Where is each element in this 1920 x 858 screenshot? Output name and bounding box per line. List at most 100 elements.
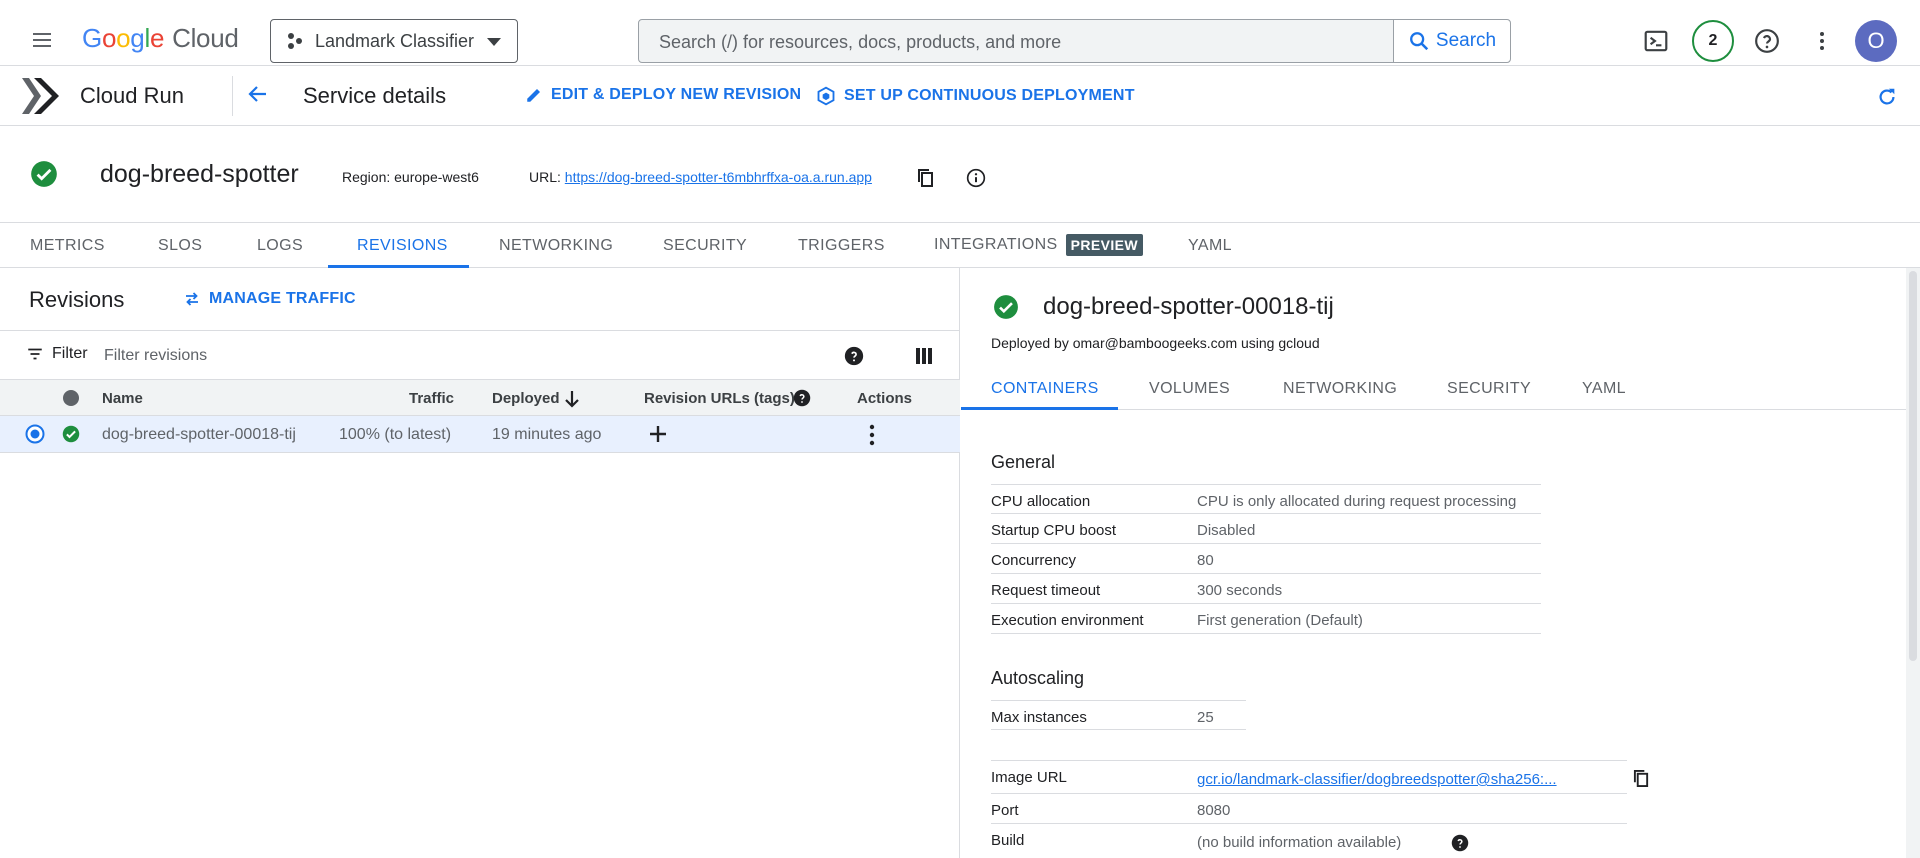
project-selector[interactable]: Landmark Classifier	[270, 19, 518, 63]
kv-key: Build	[991, 832, 1025, 849]
general-section-title: General	[991, 452, 1056, 472]
help-circle-icon[interactable]	[842, 344, 866, 368]
kv-value: CPU is only allocated during request pro…	[1197, 493, 1517, 510]
row-actions-more-icon[interactable]	[862, 423, 882, 447]
help-icon[interactable]	[1749, 23, 1785, 59]
column-display-icon[interactable]	[912, 344, 936, 368]
top-bar: Google Cloud Landmark Classifier Search (…	[0, 6, 1920, 66]
copy-icon[interactable]	[1633, 769, 1650, 788]
filter-input[interactable]: Filter revisions	[104, 347, 207, 365]
kv-value: 300 seconds	[1197, 582, 1283, 599]
service-bar: Cloud Run Service details EDIT & DEPLOY …	[0, 66, 1920, 126]
kv-row: Concurrency 80	[991, 544, 1541, 574]
kv-key: Image URL	[991, 769, 1067, 786]
search-input[interactable]: Search (/) for resources, docs, products…	[659, 32, 1061, 53]
subtab-security[interactable]: SECURITY	[1447, 380, 1531, 398]
edit-deploy-button[interactable]: EDIT & DEPLOY NEW REVISION	[525, 86, 801, 104]
subtab-networking[interactable]: NETWORKING	[1283, 380, 1397, 398]
google-cloud-logo[interactable]: Google Cloud	[82, 23, 239, 54]
refresh-icon[interactable]	[1872, 82, 1902, 112]
kv-key: Request timeout	[991, 582, 1101, 599]
help-circle-icon[interactable]	[793, 389, 811, 407]
filter-bar: Filter Filter revisions	[0, 330, 960, 380]
kv-row: Execution environment First generation (…	[991, 604, 1541, 634]
divider	[232, 76, 233, 116]
page-title: Service details	[303, 83, 447, 108]
column-deployed[interactable]: Deployed	[492, 390, 560, 407]
cloud-shell-icon[interactable]	[1638, 23, 1674, 59]
notifications-badge[interactable]: 2	[1692, 20, 1734, 62]
chevron-down-icon	[487, 38, 501, 46]
column-name[interactable]: Name	[102, 390, 143, 407]
tab-security[interactable]: SECURITY	[663, 237, 747, 255]
tab-metrics[interactable]: METRICS	[30, 237, 105, 255]
tab-networking[interactable]: NETWORKING	[499, 237, 613, 255]
kv-row: Max instances 25	[991, 700, 1246, 730]
kv-value: 25	[1197, 709, 1214, 726]
kv-value: 8080	[1197, 802, 1231, 819]
column-revision-urls[interactable]: Revision URLs (tags)	[644, 390, 795, 407]
sort-arrow-down-icon[interactable]	[563, 389, 581, 409]
revision-status-ok-icon	[62, 425, 80, 443]
tab-integrations-label: INTEGRATIONS	[934, 236, 1058, 254]
kv-row: Image URL gcr.io/landmark-classifier/dog…	[991, 760, 1649, 794]
preview-badge: PREVIEW	[1065, 234, 1143, 256]
revision-subtabs: CONTAINERS VOLUMES NETWORKING SECURITY Y…	[961, 364, 1906, 410]
tab-yaml[interactable]: YAML	[1188, 237, 1232, 255]
kv-value: Disabled	[1197, 522, 1256, 539]
row-radio-selected[interactable]	[25, 424, 45, 444]
subtab-yaml[interactable]: YAML	[1582, 380, 1626, 398]
service-url-label: URL:	[529, 169, 561, 185]
more-vert-icon[interactable]	[1804, 23, 1840, 59]
autoscaling-section-title: Autoscaling	[991, 668, 1085, 688]
edit-deploy-label: EDIT & DEPLOY NEW REVISION	[551, 86, 802, 103]
column-actions: Actions	[857, 390, 913, 407]
revision-traffic-cell: 100% (to latest)	[339, 426, 452, 443]
filter-button[interactable]: Filter	[26, 345, 88, 363]
copy-icon[interactable]	[914, 166, 938, 190]
tab-integrations[interactable]: INTEGRATIONS PREVIEW	[934, 234, 1143, 256]
deployed-by-text: Deployed by omar@bamboogeeks.com using g…	[991, 335, 1320, 351]
kv-row: Build (no build information available)	[991, 824, 1627, 854]
revision-name: dog-breed-spotter-00018-tij	[1043, 293, 1334, 320]
table-header: Name Traffic Deployed Revision URLs (tag…	[0, 380, 960, 416]
subtab-containers[interactable]: CONTAINERS	[991, 380, 1099, 398]
manage-traffic-button[interactable]: MANAGE TRAFFIC	[183, 290, 356, 308]
scrollbar[interactable]	[1906, 268, 1920, 858]
tab-logs[interactable]: LOGS	[257, 237, 303, 255]
service-url-field: URL: https://dog-breed-spotter-t6mbhrffx…	[529, 169, 872, 185]
search-icon	[1409, 32, 1429, 51]
revision-deployed-cell: 19 minutes ago	[492, 426, 602, 443]
back-arrow-icon[interactable]	[242, 78, 274, 110]
revisions-panel: Revisions MANAGE TRAFFIC Filter Filter r…	[0, 268, 960, 858]
search-box[interactable]: Search (/) for resources, docs, products…	[638, 19, 1511, 63]
status-header-icon	[62, 389, 80, 407]
revision-name-cell[interactable]: dog-breed-spotter-00018-tij	[102, 426, 296, 444]
avatar[interactable]: O	[1855, 20, 1897, 62]
tab-slos[interactable]: SLOS	[158, 237, 202, 255]
scrollbar-thumb[interactable]	[1909, 271, 1917, 661]
tab-triggers[interactable]: TRIGGERS	[798, 237, 885, 255]
tab-revisions[interactable]: REVISIONS	[357, 237, 448, 255]
column-traffic[interactable]: Traffic	[409, 390, 454, 407]
info-icon[interactable]	[964, 166, 988, 190]
filter-icon	[28, 348, 42, 360]
service-region: Region: europe-west6	[342, 169, 479, 185]
cube-icon	[817, 86, 835, 106]
service-url-link[interactable]: https://dog-breed-spotter-t6mbhrffxa-oa.…	[565, 169, 872, 185]
kv-row: Request timeout 300 seconds	[991, 574, 1541, 604]
kv-key: Port	[991, 802, 1019, 819]
table-row[interactable]: dog-breed-spotter-00018-tij 100% (to lat…	[0, 416, 960, 453]
add-tag-icon[interactable]	[648, 424, 668, 444]
image-url-link[interactable]: gcr.io/landmark-classifier/dogbreedspott…	[1197, 771, 1557, 788]
revision-status-ok-icon	[993, 294, 1019, 320]
pencil-icon	[527, 89, 540, 102]
kv-key: Concurrency	[991, 552, 1077, 569]
main-menu-icon[interactable]	[24, 22, 60, 58]
subtab-volumes[interactable]: VOLUMES	[1149, 380, 1230, 398]
continuous-deployment-button[interactable]: SET UP CONTINUOUS DEPLOYMENT	[816, 86, 1135, 106]
help-circle-icon[interactable]	[1451, 834, 1469, 852]
kv-value: 80	[1197, 552, 1214, 569]
search-button[interactable]: Search	[1393, 20, 1510, 62]
service-status-ok-icon	[30, 160, 58, 188]
